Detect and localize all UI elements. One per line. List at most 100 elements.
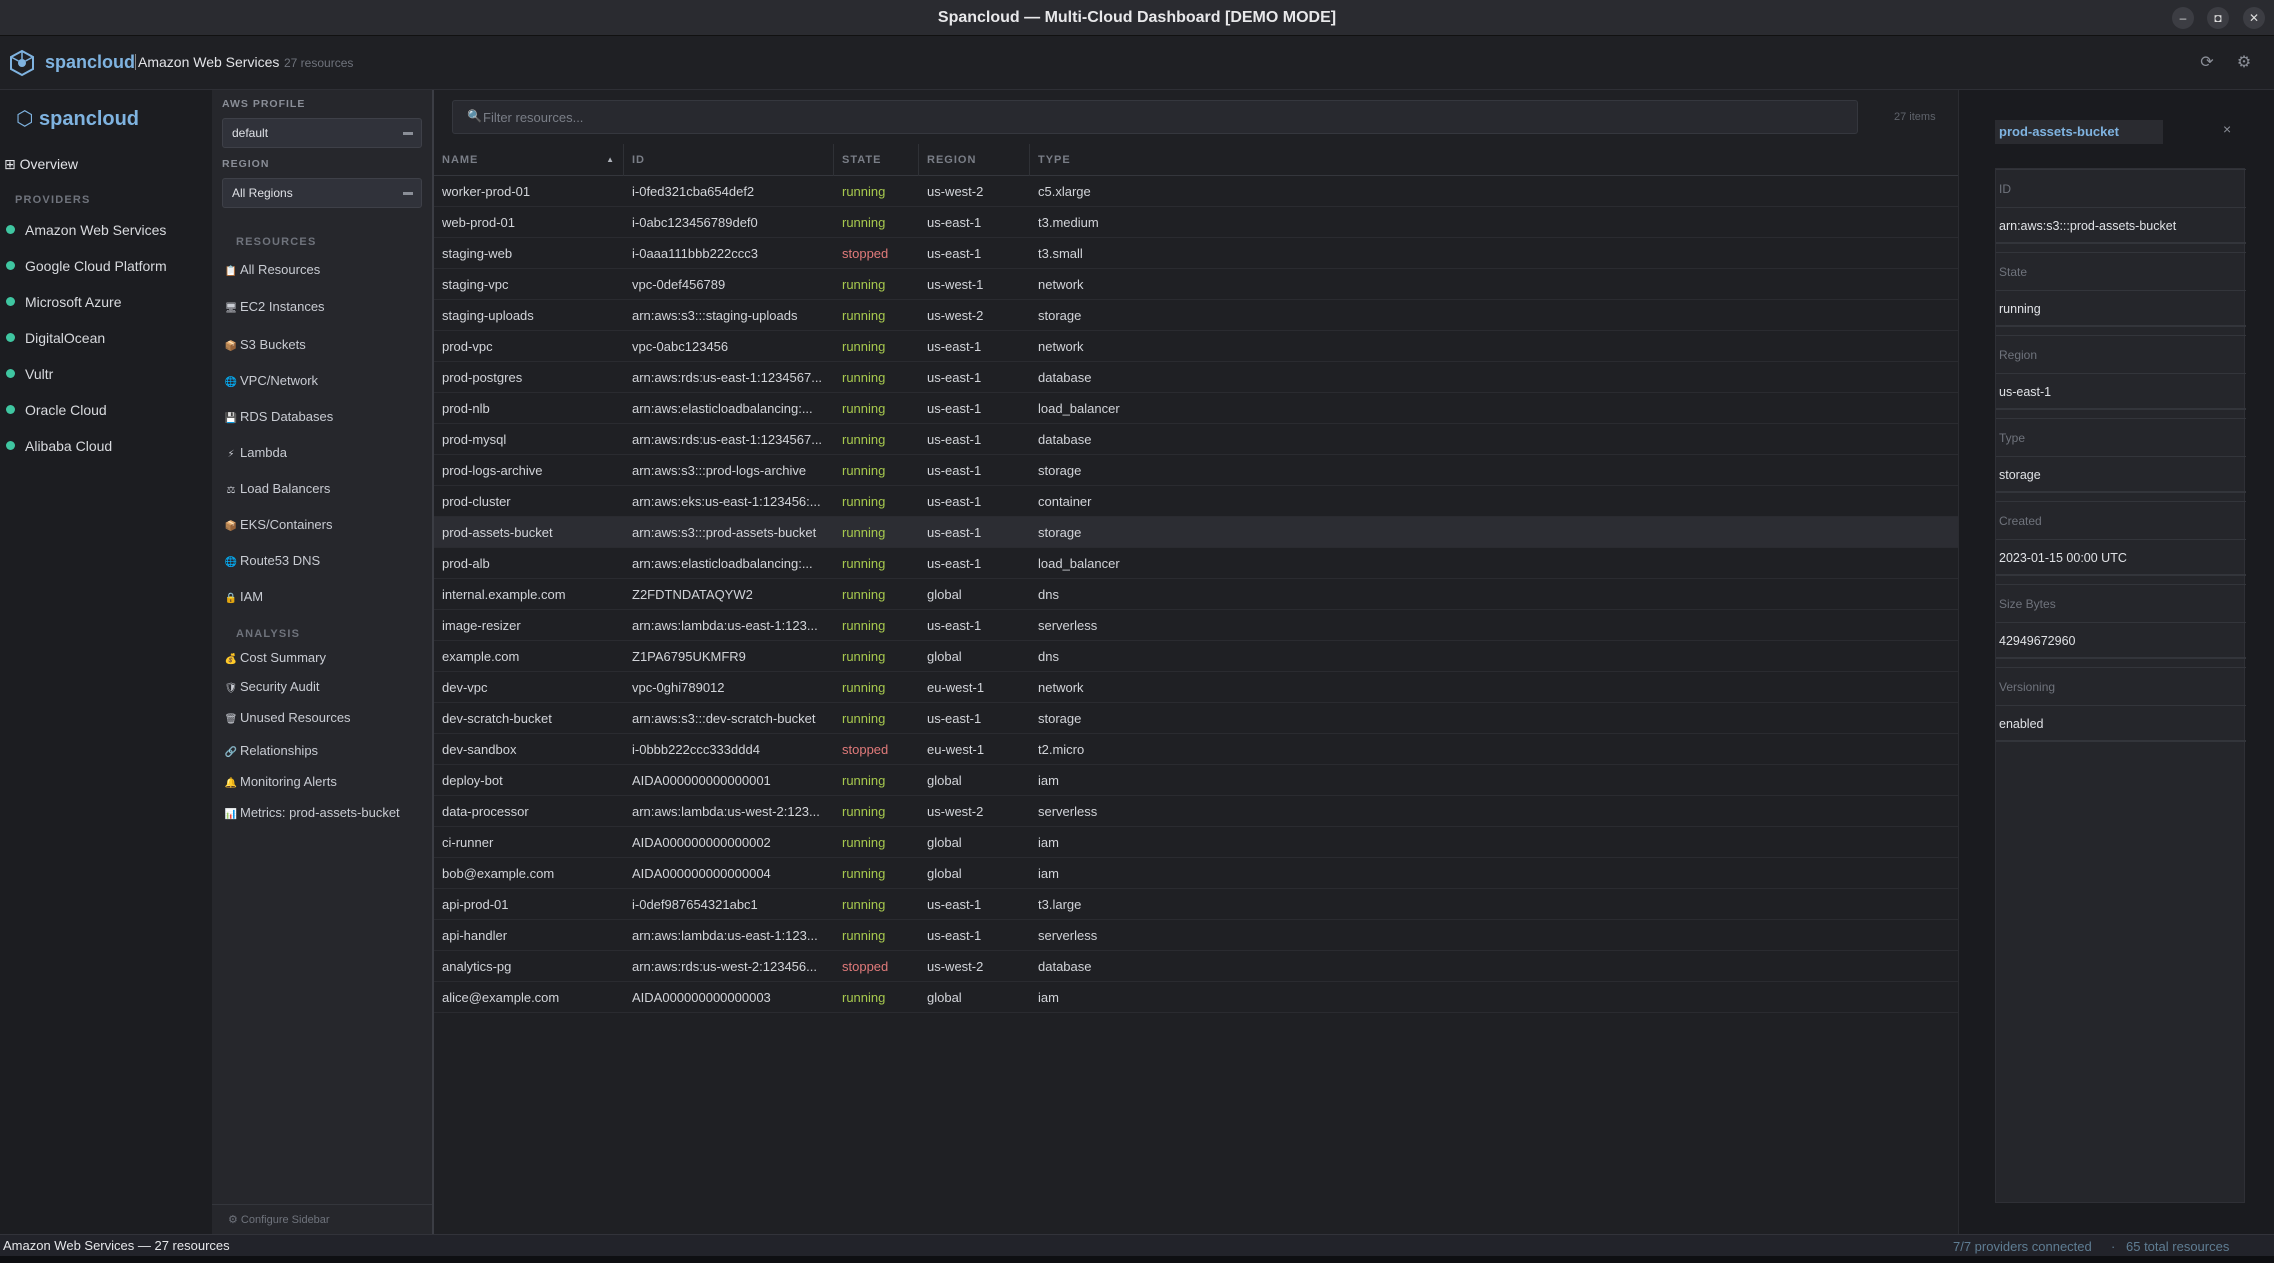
minimize-icon[interactable]: – xyxy=(2172,7,2194,29)
sidebar-item-provider[interactable]: Oracle Cloud xyxy=(6,402,107,422)
cell-region: global xyxy=(927,649,962,664)
nav-item-unused-resources[interactable]: 🗑 Unused Resources xyxy=(224,710,351,725)
table-row[interactable]: prod-nlb arn:aws:elasticloadbalancing:...… xyxy=(434,393,1958,424)
app-header: spancloud Amazon Web Services 27 resourc… xyxy=(0,36,2274,90)
column-header-state[interactable]: STATE xyxy=(834,144,919,176)
cell-region: global xyxy=(927,866,962,881)
nav-item-metrics-prod-assets-bucket[interactable]: 📊 Metrics: prod-assets-bucket xyxy=(224,805,400,820)
sidebar-item-provider[interactable]: DigitalOcean xyxy=(6,330,105,350)
sidebar-item-provider[interactable]: Google Cloud Platform xyxy=(6,258,167,278)
table-row[interactable]: staging-uploads arn:aws:s3:::staging-uplo… xyxy=(434,300,1958,331)
column-header-name[interactable]: NAME ▲ xyxy=(434,144,624,176)
search-icon: 🔍 xyxy=(467,109,482,123)
table-row[interactable]: api-prod-01 i-0def987654321abc1 running us-… xyxy=(434,889,1958,920)
cell-id: AIDA000000000000002 xyxy=(632,835,771,850)
detail-value[interactable]: 2023-01-15 00:00 UTC xyxy=(1996,539,2246,576)
region-select[interactable]: All Regions ▬ xyxy=(222,178,422,208)
nav-item-monitoring-alerts[interactable]: 🔔 Monitoring Alerts xyxy=(224,774,337,789)
nav-item-all-resources[interactable]: 📋 All Resources xyxy=(224,262,320,277)
close-details-icon[interactable]: × xyxy=(2223,121,2231,137)
close-icon[interactable]: ✕ xyxy=(2243,7,2265,29)
detail-value[interactable]: us-east-1 xyxy=(1996,373,2246,410)
cell-state: running xyxy=(842,184,886,199)
table-row[interactable]: prod-alb arn:aws:elasticloadbalancing:...… xyxy=(434,548,1958,579)
table-row[interactable]: staging-web i-0aaa111bbb222ccc3 stopped us-… xyxy=(434,238,1958,269)
detail-value[interactable]: storage xyxy=(1996,456,2246,493)
status-bar: Amazon Web Services — 27 resources 7/7 p… xyxy=(0,1234,2274,1256)
nav-item-iam[interactable]: 🔒 IAM xyxy=(224,589,263,604)
cell-type: network xyxy=(1038,339,1084,354)
table-row[interactable]: worker-prod-01 i-0fed321cba654def2 running… xyxy=(434,176,1958,207)
nav-item-load-balancers[interactable]: ⚖ Load Balancers xyxy=(224,481,331,496)
cell-region: us-east-1 xyxy=(927,401,982,416)
detail-value[interactable]: running xyxy=(1996,290,2246,327)
cell-region: us-west-2 xyxy=(927,308,984,323)
refresh-icon[interactable]: ⟳ xyxy=(2196,52,2218,74)
table-row[interactable]: data-processor arn:aws:lambda:us-west-2:1… xyxy=(434,796,1958,827)
table-row[interactable]: bob@example.com AIDA000000000000004 runnin… xyxy=(434,858,1958,889)
nav-item-eks-containers[interactable]: 📦 EKS/Containers xyxy=(224,517,333,532)
column-header-id[interactable]: ID xyxy=(624,144,834,176)
maximize-icon[interactable]: ◘ xyxy=(2207,7,2229,29)
nav-item-route53-dns[interactable]: 🌐 Route53 DNS xyxy=(224,553,320,568)
detail-value[interactable]: arn:aws:s3:::prod-assets-bucket xyxy=(1996,207,2246,244)
chevron-down-icon: ▬ xyxy=(403,187,413,198)
table-row[interactable]: dev-scratch-bucket arn:aws:s3:::dev-scrat… xyxy=(434,703,1958,734)
nav-item-rds-databases[interactable]: 💾 RDS Databases xyxy=(224,409,333,424)
table-row[interactable]: deploy-bot AIDA000000000000001 running glob… xyxy=(434,765,1958,796)
table-row[interactable]: example.com Z1PA6795UKMFR9 running global dn… xyxy=(434,641,1958,672)
table-row[interactable]: prod-logs-archive arn:aws:s3:::prod-logs-… xyxy=(434,455,1958,486)
status-left-text: Amazon Web Services — 27 resources xyxy=(3,1238,230,1253)
table-row[interactable]: web-prod-01 i-0abc123456789def0 running us-… xyxy=(434,207,1958,238)
cell-id: i-0abc123456789def0 xyxy=(632,215,758,230)
sidebar-item-provider[interactable]: Microsoft Azure xyxy=(6,294,121,314)
cell-type: serverless xyxy=(1038,618,1098,633)
settings-gear-icon[interactable]: ⚙ xyxy=(2233,52,2255,74)
sidebar-item-provider[interactable]: Alibaba Cloud xyxy=(6,438,112,458)
nav-item-vpc-network[interactable]: 🌐 VPC/Network xyxy=(224,373,318,388)
nav-item-security-audit[interactable]: 🛡 Security Audit xyxy=(224,679,320,694)
table-row[interactable]: dev-sandbox i-0bbb222ccc333ddd4 stopped eu-… xyxy=(434,734,1958,765)
nav-item-label: EC2 Instances xyxy=(240,299,325,314)
table-row[interactable]: prod-assets-bucket arn:aws:s3:::prod-asse… xyxy=(434,517,1958,548)
table-row[interactable]: internal.example.com Z2FDTNDATAQYW2 runnin… xyxy=(434,579,1958,610)
nav-item-lambda[interactable]: ⚡ Lambda xyxy=(224,445,287,460)
cell-type: database xyxy=(1038,432,1092,447)
provider-label: Amazon Web Services xyxy=(25,222,167,238)
detail-value[interactable]: 42949672960 xyxy=(1996,622,2246,659)
table-row[interactable]: prod-mysql arn:aws:rds:us-east-1:1234567.… xyxy=(434,424,1958,455)
table-row[interactable]: analytics-pg arn:aws:rds:us-west-2:123456… xyxy=(434,951,1958,982)
table-row[interactable]: prod-vpc vpc-0abc123456 running us-east-1 ne… xyxy=(434,331,1958,362)
region-value: All Regions xyxy=(232,186,293,200)
filter-input[interactable] xyxy=(483,101,1843,133)
cell-state: running xyxy=(842,990,886,1005)
nav-item-s3-buckets[interactable]: 📦 S3 Buckets xyxy=(224,337,306,352)
table-row[interactable]: staging-vpc vpc-0def456789 running us-west-… xyxy=(434,269,1958,300)
nav-item-label: Route53 DNS xyxy=(240,553,321,568)
nav-item-icon: 📋 xyxy=(224,266,238,277)
sidebar-item-overview[interactable]: ⊞ Overview xyxy=(4,156,78,173)
table-row[interactable]: alice@example.com AIDA000000000000003 runn… xyxy=(434,982,1958,1013)
configure-sidebar-button[interactable]: ⚙ Configure Sidebar xyxy=(212,1204,432,1234)
cell-type: t3.small xyxy=(1038,246,1083,261)
table-row[interactable]: ci-runner AIDA000000000000002 running globa… xyxy=(434,827,1958,858)
nav-item-ec2-instances[interactable]: 🖥 EC2 Instances xyxy=(224,299,325,314)
nav-item-relationships[interactable]: 🔗 Relationships xyxy=(224,743,318,758)
table-row[interactable]: prod-cluster arn:aws:eks:us-east-1:123456… xyxy=(434,486,1958,517)
cell-state: running xyxy=(842,649,886,664)
detail-value[interactable]: enabled xyxy=(1996,705,2246,742)
nav-item-cost-summary[interactable]: 💰 Cost Summary xyxy=(224,650,326,665)
table-row[interactable]: dev-vpc vpc-0ghi789012 running eu-west-1 net… xyxy=(434,672,1958,703)
table-row[interactable]: api-handler arn:aws:lambda:us-east-1:123.… xyxy=(434,920,1958,951)
aws-profile-select[interactable]: default ▬ xyxy=(222,118,422,148)
column-header-region[interactable]: REGION xyxy=(919,144,1030,176)
sidebar-item-provider[interactable]: Amazon Web Services xyxy=(6,222,166,242)
cell-id: arn:aws:s3:::staging-uploads xyxy=(632,308,798,323)
cell-type: iam xyxy=(1038,773,1059,788)
nav-item-label: Monitoring Alerts xyxy=(240,774,337,789)
table-row[interactable]: prod-postgres arn:aws:rds:us-east-1:12345… xyxy=(434,362,1958,393)
table-row[interactable]: image-resizer arn:aws:lambda:us-east-1:12… xyxy=(434,610,1958,641)
sidebar-item-provider[interactable]: Vultr xyxy=(6,366,53,386)
column-header-type[interactable]: TYPE xyxy=(1030,144,1958,176)
cell-name: prod-alb xyxy=(442,556,490,571)
